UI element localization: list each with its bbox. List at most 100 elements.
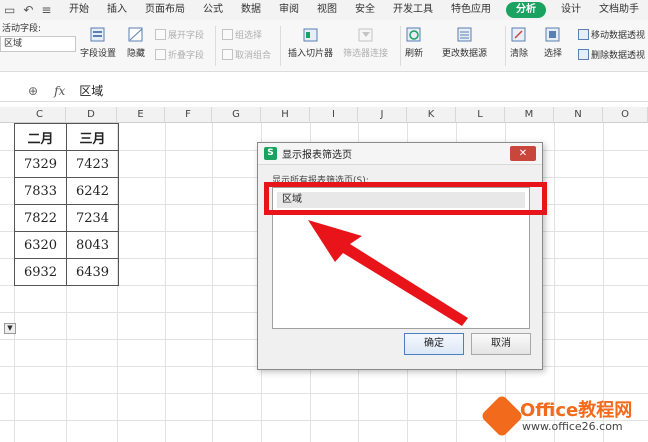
group-selection-button[interactable]: 组选择 [222,28,262,41]
collapse-field-label: 折叠字段 [168,51,205,61]
watermark: Office教程网 www.office26.com [480,392,648,442]
col-header-d[interactable]: D [66,107,117,123]
col-header-l[interactable]: L [456,107,505,123]
refresh-button[interactable]: 刷新 [405,26,423,59]
col-header-k[interactable]: K [407,107,456,123]
zoom-icon[interactable]: ⊕ [28,84,38,98]
col-header-e[interactable]: E [117,107,165,123]
active-field-input[interactable]: 区域 [0,36,76,52]
table-row: 6320 8043 [14,231,119,259]
menu-review[interactable]: 审阅 [270,0,308,20]
cancel-button[interactable]: 取消 [471,333,531,355]
separator [400,26,401,66]
delete-pivot-button[interactable]: 删除数据透视 [578,48,645,61]
fx-icon[interactable]: fx [54,84,65,98]
formula-bar: ⊕ fx 区域 [0,80,648,102]
hide-label: 隐藏 [127,49,146,59]
col-header-i[interactable]: I [310,107,358,123]
group-selection-label: 组选择 [235,31,263,41]
table-header-row: 二月 三月 [14,123,119,151]
col-header-m[interactable]: M [505,107,554,123]
filter-connection-button[interactable]: 筛选器连接 [343,26,388,59]
watermark-title: Office教程网 [520,400,633,421]
customize-icon[interactable]: ≡ [41,3,51,17]
menu-page-layout[interactable]: 页面布局 [136,0,194,20]
change-source-button[interactable]: 更改数据源 [442,26,487,59]
header-cell[interactable]: 二月 [14,123,67,151]
report-filter-pages-dialog: S 显示报表筛选页 ✕ 显示所有报表筛选页(S): 区域 确定 取消 [257,142,543,370]
group-icon [222,29,233,40]
col-header-g[interactable]: G [212,107,261,123]
table-cell[interactable]: 8043 [66,231,119,259]
col-header-o[interactable]: O [603,107,648,123]
col-header-h[interactable]: H [261,107,310,123]
table-cell[interactable]: 7234 [66,204,119,232]
hide-button[interactable]: 隐藏 [127,26,145,59]
table-cell[interactable]: 7833 [14,177,67,205]
move-pivot-label: 移动数据透视 [591,31,646,41]
ungroup-label: 取消组合 [235,51,272,61]
watermark-url: www.office26.com [522,420,623,433]
close-button[interactable]: ✕ [510,146,536,161]
table-row: 6932 6439 [14,258,119,286]
filter-dropdown-button[interactable]: ▼ [4,323,16,334]
ungroup-button[interactable]: 取消组合 [222,48,271,61]
formula-input[interactable]: 区域 [79,82,103,99]
col-header-j[interactable]: J [358,107,407,123]
table-cell[interactable]: 7329 [14,150,67,178]
col-header-f[interactable]: F [165,107,212,123]
table-cell[interactable]: 6320 [14,231,67,259]
quick-access: ▭ ↶ ≡ [0,3,60,17]
select-button[interactable]: 选择 [544,26,562,59]
file-icon[interactable]: ▭ [4,3,15,17]
dialog-title: 显示报表筛选页 [282,150,352,161]
col-header-c[interactable]: C [14,107,66,123]
collapse-field-button[interactable]: 折叠字段 [155,48,204,61]
move-pivot-button[interactable]: 移动数据透视 [578,28,645,41]
field-settings-label: 字段设置 [80,49,117,59]
insert-slicer-button[interactable]: 插入切片器 [288,26,333,59]
menu-special[interactable]: 特色应用 [442,0,500,20]
annotation-highlight-box [264,182,547,215]
collapse-icon [155,49,166,60]
office-logo-icon [480,394,524,438]
menu-analyze[interactable]: 分析 [506,2,546,18]
menu-view[interactable]: 视图 [308,0,346,20]
ok-button[interactable]: 确定 [404,333,464,355]
table-cell[interactable]: 7822 [14,204,67,232]
clear-icon [511,27,526,42]
undo-icon[interactable]: ↶ [23,3,33,17]
table-cell[interactable]: 6932 [14,258,67,286]
menu-design[interactable]: 设计 [552,0,590,20]
table-row: 7329 7423 [14,150,119,178]
menu-insert[interactable]: 插入 [98,0,136,20]
move-icon [578,29,589,40]
grid-line [212,123,213,442]
table-cell[interactable]: 6439 [66,258,119,286]
wps-logo-icon: S [264,147,277,160]
menu-formulas[interactable]: 公式 [194,0,232,20]
menu-developer[interactable]: 开发工具 [384,0,442,20]
slicer-icon [303,28,317,42]
col-header-n[interactable]: N [554,107,603,123]
header-cell[interactable]: 三月 [66,123,119,151]
ungroup-icon [222,49,233,60]
expand-field-button[interactable]: 展开字段 [155,28,204,41]
clear-button[interactable]: 清除 [510,26,528,59]
dialog-title-bar[interactable]: S 显示报表筛选页 ✕ [258,143,542,165]
table-row: 7833 6242 [14,177,119,205]
menu-data[interactable]: 数据 [232,0,270,20]
active-field-label: 活动字段: [2,24,42,34]
field-settings-button[interactable]: 字段设置 [80,26,116,59]
change-source-icon [457,27,471,42]
separator [280,26,281,66]
menu-doc-assistant[interactable]: 文档助手 [590,0,648,20]
delete-pivot-label: 删除数据透视 [591,51,646,61]
table-cell[interactable]: 6242 [66,177,119,205]
table-cell[interactable]: 7423 [66,150,119,178]
expand-icon [155,29,166,40]
menu-security[interactable]: 安全 [346,0,384,20]
clear-label: 清除 [510,49,529,59]
active-field-group: 活动字段: 区域 [0,22,78,52]
menu-home[interactable]: 开始 [60,0,98,20]
